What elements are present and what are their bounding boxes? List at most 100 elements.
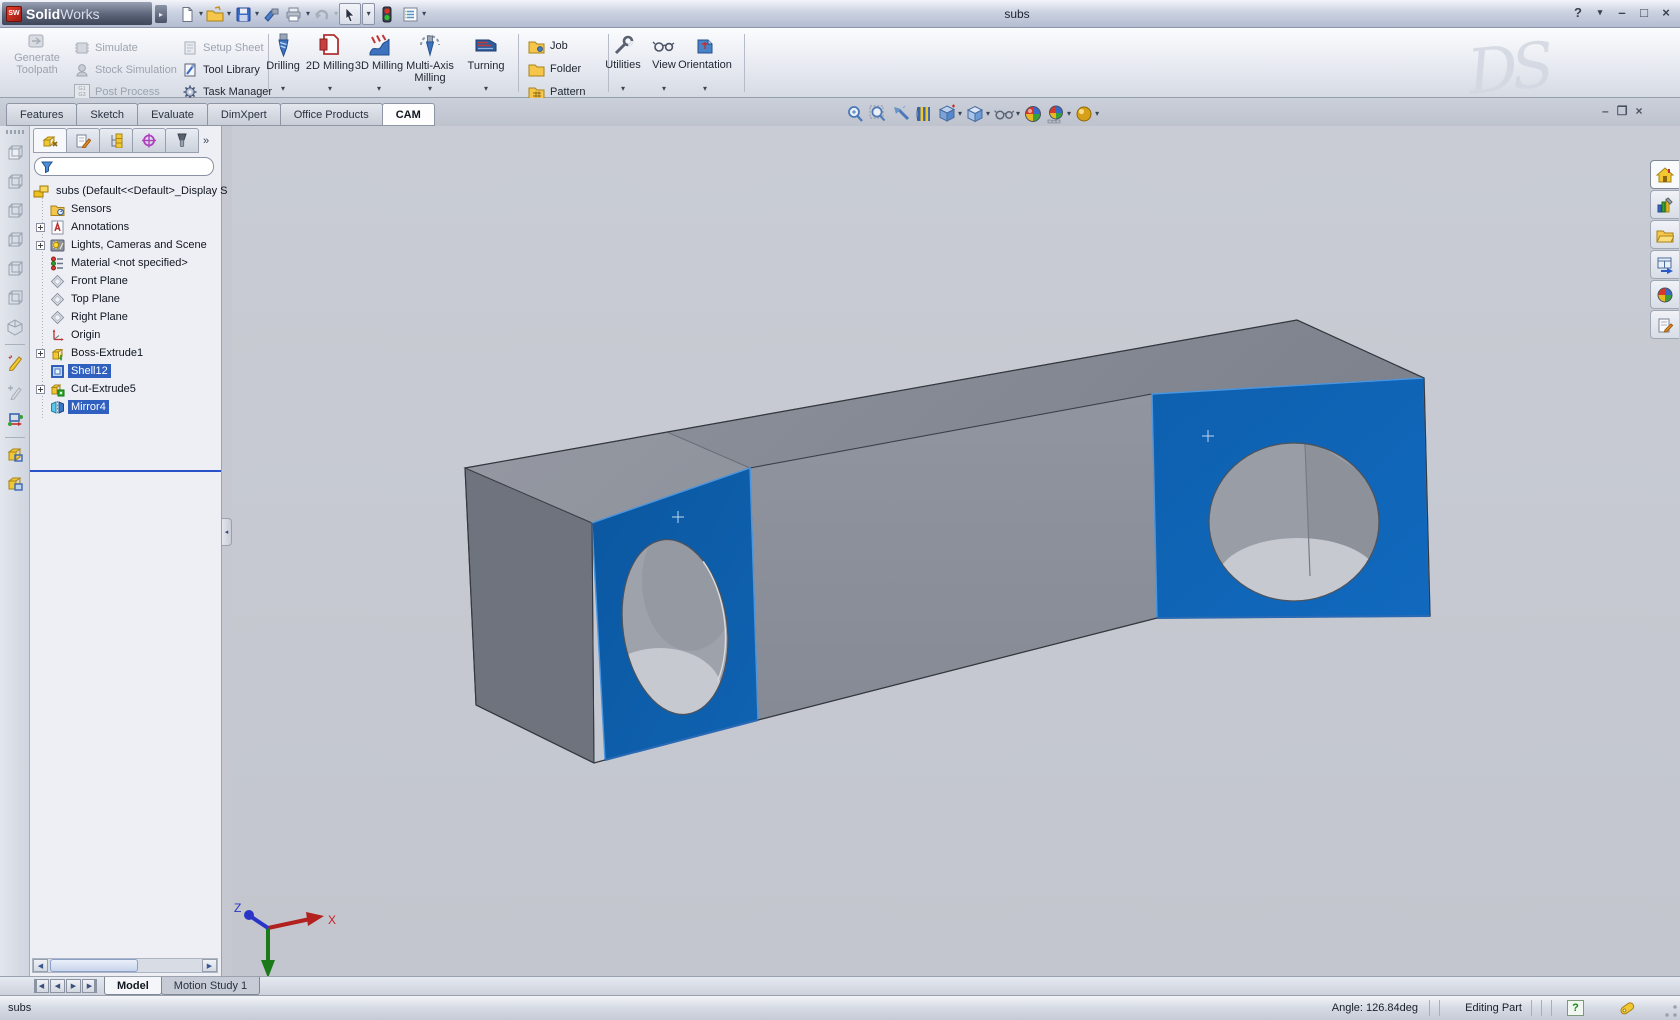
drilling-dropdown[interactable]: ▾ xyxy=(259,85,307,93)
toolbar-grip[interactable] xyxy=(6,130,24,134)
quick-tips-help-button[interactable]: ? xyxy=(1567,1000,1584,1016)
model-tab[interactable]: Model xyxy=(104,977,162,995)
view-back-icon[interactable] xyxy=(2,169,28,195)
2d-milling-dropdown[interactable]: ▾ xyxy=(305,85,355,93)
design-library-icon[interactable] xyxy=(1650,190,1679,219)
edit-appearance-icon[interactable] xyxy=(1023,104,1043,124)
help-dropdown[interactable]: ▾ xyxy=(1592,4,1608,21)
tab-nav-prev[interactable]: ◀ xyxy=(50,979,65,993)
print-dropdown[interactable]: ▾ xyxy=(306,10,310,18)
tab-dimxpert[interactable]: DimXpert xyxy=(207,103,281,126)
tab-evaluate[interactable]: Evaluate xyxy=(137,103,208,126)
tab-cam[interactable]: CAM xyxy=(382,103,435,126)
view-settings-icon[interactable]: ▾ xyxy=(1074,104,1099,124)
displaymanager-tab[interactable] xyxy=(165,128,199,153)
utilities-dropdown[interactable]: ▾ xyxy=(600,85,646,93)
drilling-button[interactable]: Drilling ▾ xyxy=(259,30,307,94)
doc-minimize-button[interactable]: – xyxy=(1602,104,1609,118)
save-icon[interactable] xyxy=(232,3,254,25)
job-button[interactable]: Job xyxy=(528,36,568,56)
expand-annotations[interactable] xyxy=(36,223,45,232)
convert-entities-icon[interactable] xyxy=(2,407,28,433)
dimxpertmanager-tab[interactable] xyxy=(132,128,166,153)
view-front-icon[interactable] xyxy=(2,140,28,166)
tab-nav-last[interactable]: ▶ xyxy=(82,979,97,993)
file-explorer-icon[interactable] xyxy=(1650,220,1679,249)
folder-button[interactable]: Folder xyxy=(528,59,581,79)
view-orientation-icon[interactable]: ▾ xyxy=(937,104,962,124)
tree-item-annotations[interactable]: Annotations xyxy=(30,218,221,236)
propertymanager-tab[interactable] xyxy=(66,128,100,153)
manager-tab-overflow[interactable]: » xyxy=(198,128,214,153)
publish-icon[interactable] xyxy=(260,3,282,25)
view-right-icon[interactable] xyxy=(2,227,28,253)
hide-show-items-icon[interactable]: ▾ xyxy=(993,104,1020,124)
configurationmanager-tab[interactable] xyxy=(99,128,133,153)
view-isometric-icon[interactable] xyxy=(2,314,28,340)
orientation-dropdown[interactable]: ▾ xyxy=(676,85,734,93)
tree-item-right-plane[interactable]: Right Plane xyxy=(30,308,221,326)
scroll-left-button[interactable]: ◀ xyxy=(33,959,48,972)
open-icon[interactable] xyxy=(204,3,226,25)
zoom-to-area-icon[interactable] xyxy=(868,104,888,124)
orientation-button[interactable]: Orientation ▾ xyxy=(676,30,734,94)
tab-sketch[interactable]: Sketch xyxy=(76,103,138,126)
panel-collapse-handle[interactable]: ◂ xyxy=(222,518,232,546)
show-body-icon[interactable] xyxy=(2,471,28,497)
sketch-icon[interactable] xyxy=(2,349,28,375)
hide-body-icon[interactable] xyxy=(2,442,28,468)
tab-nav-next[interactable]: ▶ xyxy=(66,979,81,993)
previous-view-icon[interactable] xyxy=(891,104,911,124)
tree-item-material[interactable]: Material <not specified> xyxy=(30,254,221,272)
tree-item-shell12[interactable]: Shell12 xyxy=(30,362,221,380)
new-dropdown[interactable]: ▾ xyxy=(199,10,203,18)
display-style-icon[interactable]: ▾ xyxy=(965,104,990,124)
tab-office-products[interactable]: Office Products xyxy=(280,103,383,126)
view-top-icon[interactable] xyxy=(2,256,28,282)
resize-grip[interactable] xyxy=(1664,1004,1678,1018)
view-bottom-icon[interactable] xyxy=(2,285,28,311)
tree-item-front-plane[interactable]: Front Plane xyxy=(30,272,221,290)
custom-properties-icon[interactable] xyxy=(1650,310,1679,339)
apply-scene-icon[interactable]: ▾ xyxy=(1046,104,1071,124)
2d-milling-button[interactable]: 2D Milling ▾ xyxy=(305,30,355,94)
tree-item-mirror4[interactable]: Mirror4 xyxy=(30,398,221,416)
view-palette-icon[interactable] xyxy=(1650,250,1679,279)
tree-item-top-plane[interactable]: Top Plane xyxy=(30,290,221,308)
help-button[interactable]: ? xyxy=(1570,4,1586,21)
expand-lights[interactable] xyxy=(36,241,45,250)
3d-milling-dropdown[interactable]: ▾ xyxy=(354,85,404,93)
appearances-scenes-icon[interactable] xyxy=(1650,280,1679,309)
turning-dropdown[interactable]: ▾ xyxy=(462,85,510,93)
multi-axis-milling-dropdown[interactable]: ▾ xyxy=(402,85,458,93)
rollback-bar[interactable] xyxy=(30,470,221,472)
tree-item-boss-extrude1[interactable]: Boss-Extrude1 xyxy=(30,344,221,362)
close-button[interactable]: × xyxy=(1658,4,1674,21)
doc-close-button[interactable]: × xyxy=(1635,104,1642,118)
expand-boss-extrude1[interactable] xyxy=(36,349,45,358)
tree-item-cut-extrude5[interactable]: Cut-Extrude5 xyxy=(30,380,221,398)
tree-item-root[interactable]: subs (Default<<Default>_Display S xyxy=(30,182,221,200)
multi-axis-milling-button[interactable]: Multi-Axis Milling ▾ xyxy=(402,30,458,94)
featuremanager-tree-tab[interactable] xyxy=(33,128,67,153)
panel-horizontal-scrollbar[interactable]: ◀ ▶ xyxy=(32,958,218,973)
new-document-icon[interactable] xyxy=(176,3,198,25)
menu-expand-button[interactable]: ▸ xyxy=(155,5,167,23)
tree-item-origin[interactable]: Origin xyxy=(30,326,221,344)
doc-restore-button[interactable]: ❐ xyxy=(1617,104,1628,118)
zoom-to-fit-icon[interactable] xyxy=(845,104,865,124)
expand-cut-extrude5[interactable] xyxy=(36,385,45,394)
save-dropdown[interactable]: ▾ xyxy=(255,10,259,18)
tab-features[interactable]: Features xyxy=(6,103,77,126)
tool-library-button[interactable]: Tool Library xyxy=(182,60,260,80)
tree-item-lights[interactable]: Lights, Cameras and Scene xyxy=(30,236,221,254)
view-left-icon[interactable] xyxy=(2,198,28,224)
tag-icon[interactable] xyxy=(1618,1000,1636,1019)
tree-filter-input[interactable] xyxy=(57,161,207,173)
solidworks-resources-home-icon[interactable] xyxy=(1650,160,1679,189)
utilities-button[interactable]: Utilities ▾ xyxy=(600,30,646,94)
graphics-viewport[interactable]: X Z xyxy=(232,126,1680,976)
open-dropdown[interactable]: ▾ xyxy=(227,10,231,18)
3d-milling-button[interactable]: 3D Milling ▾ xyxy=(354,30,404,94)
maximize-button[interactable]: □ xyxy=(1636,4,1652,21)
